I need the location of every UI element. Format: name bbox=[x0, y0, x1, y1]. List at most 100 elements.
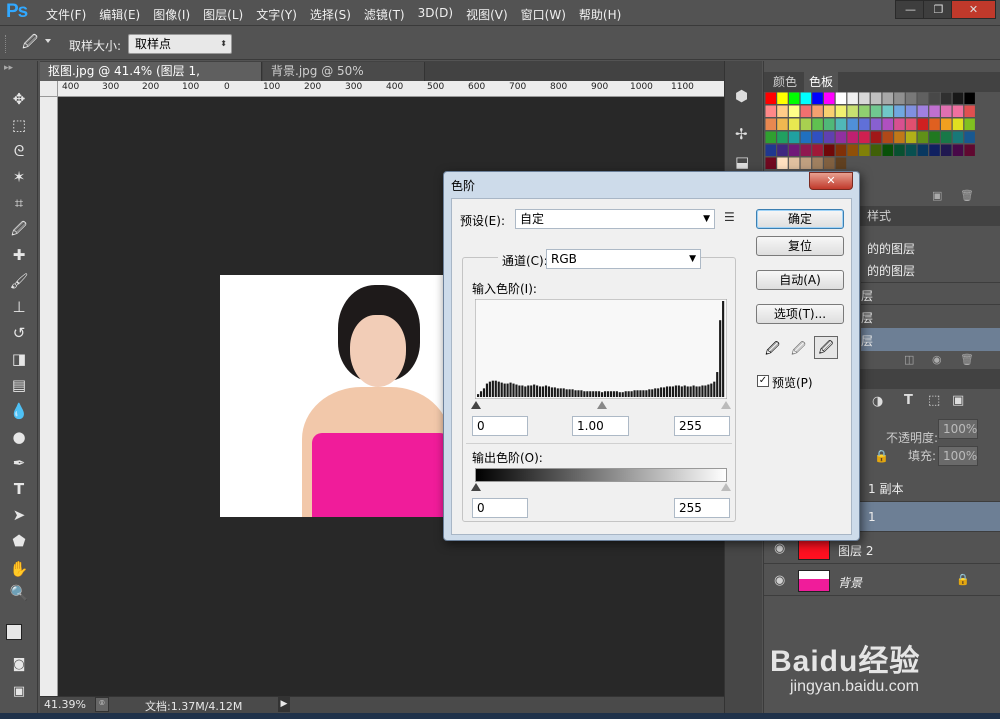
gray-point-eyedropper-icon[interactable]: 🖉 bbox=[791, 338, 811, 358]
menu-layer[interactable]: 图层(L) bbox=[203, 6, 243, 23]
eyedropper-tool-icon[interactable]: 🖉 bbox=[8, 218, 30, 240]
move-tool-icon[interactable]: ✥ bbox=[8, 88, 30, 110]
swatch[interactable] bbox=[824, 144, 835, 157]
swatch[interactable] bbox=[929, 144, 940, 157]
swatch[interactable] bbox=[824, 105, 835, 118]
swatch[interactable] bbox=[800, 105, 812, 118]
swatch[interactable] bbox=[941, 118, 952, 131]
type-tool-icon[interactable]: T bbox=[8, 478, 30, 500]
swatch[interactable] bbox=[870, 105, 882, 118]
swatch[interactable] bbox=[870, 118, 882, 131]
swatch[interactable] bbox=[917, 118, 929, 131]
swatch[interactable] bbox=[882, 92, 894, 105]
swatch[interactable] bbox=[941, 105, 952, 118]
dodge-tool-icon[interactable]: ● bbox=[8, 426, 30, 448]
swatch[interactable] bbox=[835, 144, 847, 157]
new-swatch-icon[interactable]: ▣ bbox=[932, 189, 942, 202]
swatch[interactable] bbox=[812, 118, 823, 131]
path-selection-tool-icon[interactable]: ➤ bbox=[8, 504, 30, 526]
swatch[interactable] bbox=[812, 144, 823, 157]
swatch[interactable] bbox=[941, 92, 952, 105]
history-row[interactable]: 层 bbox=[861, 282, 1000, 304]
pen-tool-icon[interactable]: ✒ bbox=[8, 452, 30, 474]
delete-swatch-icon[interactable]: 🗑 bbox=[960, 189, 974, 202]
type-filter-icon[interactable]: ◑ bbox=[872, 394, 883, 409]
swatch[interactable] bbox=[847, 105, 858, 118]
swatch[interactable] bbox=[929, 131, 940, 144]
swatch[interactable] bbox=[835, 92, 847, 105]
swatch-grid[interactable] bbox=[765, 92, 979, 182]
hand-tool-icon[interactable]: ✋ bbox=[8, 558, 30, 580]
swatch[interactable] bbox=[800, 131, 812, 144]
swatch[interactable] bbox=[929, 118, 940, 131]
swatch[interactable] bbox=[847, 131, 858, 144]
channel-select[interactable]: RGB ▼ bbox=[546, 249, 701, 269]
output-black-field[interactable]: 0 bbox=[472, 498, 528, 518]
opacity-field[interactable]: 100% bbox=[938, 419, 978, 439]
swatch[interactable] bbox=[777, 144, 788, 157]
output-white-slider[interactable] bbox=[721, 483, 731, 491]
lasso-tool-icon[interactable]: ᘓ bbox=[8, 140, 30, 162]
tab-color[interactable]: 颜色 bbox=[768, 72, 802, 92]
swatch[interactable] bbox=[952, 131, 964, 144]
preview-checkbox[interactable]: ✓ bbox=[757, 375, 769, 387]
tab-koutu[interactable]: 抠图.jpg @ 41.4% (图层 1, RGB/8#) * × bbox=[40, 62, 262, 97]
swatch[interactable] bbox=[905, 118, 917, 131]
clone-source-icon[interactable]: ⬓ bbox=[735, 153, 749, 171]
lock-all-icon[interactable]: 🔒 bbox=[874, 449, 889, 463]
swatch[interactable] bbox=[905, 131, 917, 144]
menu-window[interactable]: 窗口(W) bbox=[521, 6, 566, 23]
smart-filter-icon[interactable]: ▣ bbox=[952, 393, 964, 408]
swatch[interactable] bbox=[917, 131, 929, 144]
swatch[interactable] bbox=[941, 144, 952, 157]
camera-icon[interactable]: ◉ bbox=[932, 353, 942, 366]
close-window-button[interactable]: ✕ bbox=[951, 0, 996, 19]
eyedropper-icon[interactable]: 🖉 bbox=[22, 32, 38, 57]
swatch[interactable] bbox=[894, 92, 905, 105]
input-white-field[interactable]: 255 bbox=[674, 416, 730, 436]
swatch[interactable] bbox=[894, 105, 905, 118]
reset-button[interactable]: 复位 bbox=[756, 236, 844, 256]
swatch[interactable] bbox=[882, 131, 894, 144]
menu-help[interactable]: 帮助(H) bbox=[579, 6, 621, 23]
document-image[interactable] bbox=[220, 275, 450, 517]
menu-view[interactable]: 视图(V) bbox=[466, 6, 508, 23]
status-menu-arrow-icon[interactable]: ▶ bbox=[278, 697, 290, 712]
marquee-tool-icon[interactable]: ⬚ bbox=[8, 114, 30, 136]
input-black-slider[interactable] bbox=[471, 401, 481, 409]
swatch[interactable] bbox=[859, 131, 870, 144]
grip-handle[interactable] bbox=[5, 35, 8, 53]
black-point-eyedropper-icon[interactable]: 🖉 bbox=[765, 338, 785, 358]
status-icon[interactable]: ⌾ bbox=[95, 697, 109, 712]
swatch[interactable] bbox=[835, 131, 847, 144]
swatch[interactable] bbox=[788, 118, 800, 131]
menu-filter[interactable]: 滤镜(T) bbox=[364, 6, 405, 23]
preset-options-icon[interactable]: ☰ bbox=[724, 210, 735, 224]
swatch[interactable] bbox=[812, 105, 823, 118]
swatch[interactable] bbox=[765, 105, 777, 118]
swatch[interactable] bbox=[882, 118, 894, 131]
swatch[interactable] bbox=[964, 105, 975, 118]
swatch[interactable] bbox=[788, 157, 800, 170]
ok-button[interactable]: 确定 bbox=[756, 209, 844, 229]
swatch[interactable] bbox=[777, 131, 788, 144]
swatch[interactable] bbox=[835, 105, 847, 118]
new-snapshot-icon[interactable]: ◫ bbox=[904, 353, 914, 366]
swatch[interactable] bbox=[847, 92, 858, 105]
history-row[interactable]: 层 bbox=[861, 304, 1000, 328]
magic-wand-tool-icon[interactable]: ✶ bbox=[8, 166, 30, 188]
output-white-field[interactable]: 255 bbox=[674, 498, 730, 518]
swatch[interactable] bbox=[788, 131, 800, 144]
menu-3d[interactable]: 3D(D) bbox=[418, 6, 453, 23]
vertical-ruler[interactable] bbox=[40, 97, 58, 697]
eraser-tool-icon[interactable]: ◨ bbox=[8, 348, 30, 370]
swatch[interactable] bbox=[765, 118, 777, 131]
swatch[interactable] bbox=[905, 105, 917, 118]
menu-file[interactable]: 文件(F) bbox=[46, 6, 86, 23]
swatch[interactable] bbox=[952, 92, 964, 105]
tool-preset-arrow-icon[interactable] bbox=[45, 39, 51, 43]
clone-stamp-tool-icon[interactable]: ⊥ bbox=[8, 296, 30, 318]
swatch[interactable] bbox=[847, 144, 858, 157]
menu-image[interactable]: 图像(I) bbox=[153, 6, 190, 23]
swatch[interactable] bbox=[765, 157, 777, 170]
